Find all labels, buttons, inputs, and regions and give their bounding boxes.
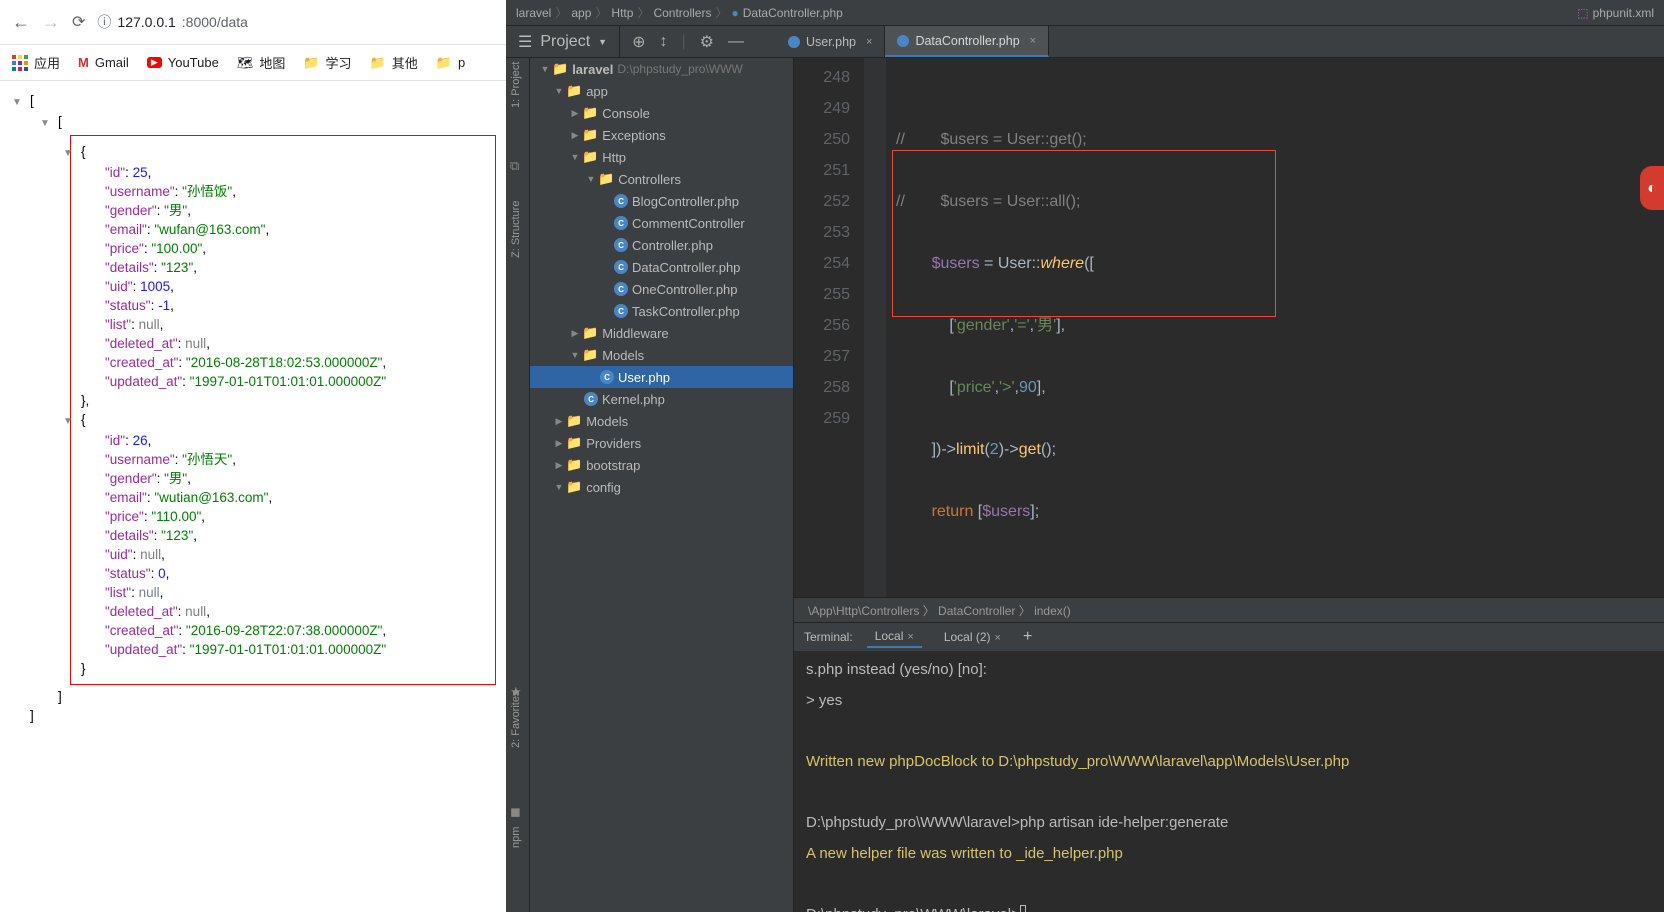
code-content[interactable]: // $users = User::get(); // $users = Use… [886, 58, 1664, 597]
terminal-title: Terminal: [804, 630, 853, 644]
icon[interactable]: ⧉ [510, 158, 519, 174]
forward-button[interactable]: → [42, 12, 60, 33]
crumb-right[interactable]: ⬚phpunit.xml [1577, 6, 1654, 20]
code-highlight-box [892, 150, 1276, 317]
class-icon [788, 36, 800, 48]
gutter-favorites[interactable]: 2: Favorites [510, 691, 522, 748]
line-gutter: 248249250251252253254255256257258259 [794, 58, 864, 597]
maps-icon: 🗺 [237, 55, 254, 71]
apps-icon [12, 55, 28, 71]
tab-user[interactable]: User.php× [776, 26, 885, 57]
close-icon[interactable]: × [1030, 35, 1036, 47]
info-icon: ⓘ [97, 12, 111, 32]
study-bookmark[interactable]: 📁学习 [303, 53, 351, 72]
close-icon[interactable]: × [866, 36, 872, 48]
terminal-body[interactable]: s.php instead (yes/no) [no]: > yes Writt… [794, 651, 1664, 912]
folder-icon: 📁 [436, 55, 452, 71]
add-terminal-button[interactable]: + [1023, 628, 1032, 646]
ide-panel: laravel〉app〉Http〉Controllers〉● DataContr… [506, 0, 1664, 912]
editor-area: 248249250251252253254255256257258259 // … [794, 58, 1664, 912]
youtube-bookmark[interactable]: ▶YouTube [147, 55, 219, 70]
terminal-tabs: Terminal: Local× Local (2)× + [794, 623, 1664, 651]
gutter-structure[interactable]: Z: Structure [510, 201, 522, 258]
code-editor[interactable]: 248249250251252253254255256257258259 // … [794, 58, 1664, 597]
tab-datacontroller[interactable]: DataController.php× [885, 26, 1049, 57]
apps-button[interactable]: 应用 [12, 53, 60, 72]
npm-icon[interactable]: ◼ [510, 804, 521, 820]
gutter-project[interactable]: 1: Project [510, 62, 522, 108]
browser-toolbar: ← → ⟳ ⓘ 127.0.0.1 :8000/data [0, 0, 506, 45]
sort-icon[interactable]: ↕ [659, 33, 667, 51]
gmail-icon: M [78, 55, 89, 70]
tree-item-selected[interactable]: CUser.php [530, 366, 793, 388]
more-bookmark[interactable]: 📁p [436, 55, 465, 71]
gmail-bookmark[interactable]: MGmail [78, 55, 129, 70]
json-highlight-box: ▼{"id": 25,"username": "孙悟饭","gender": "… [70, 135, 496, 685]
editor-breadcrumb[interactable]: \App\Http\Controllers 〉 DataController 〉… [794, 597, 1664, 622]
project-icon: ☰ [518, 32, 532, 52]
close-icon[interactable]: × [995, 632, 1001, 644]
folder-icon: 📁 [303, 55, 319, 71]
other-bookmark[interactable]: 📁其他 [370, 53, 418, 72]
folder-icon: 📁 [370, 55, 386, 71]
class-icon [897, 35, 909, 47]
php-file-icon: ⬚ [1577, 6, 1588, 20]
chrome-icon: ◐ [1640, 166, 1664, 210]
youtube-icon: ▶ [147, 57, 162, 68]
chevron-down-icon: ▼ [598, 37, 607, 47]
terminal-panel: Terminal: Local× Local (2)× + s.php inst… [794, 622, 1664, 912]
gear-icon[interactable]: ⚙ [700, 32, 714, 52]
reload-button[interactable]: ⟳ [72, 12, 85, 32]
address-bar[interactable]: ⓘ 127.0.0.1 :8000/data [97, 12, 248, 32]
ide-breadcrumbs: laravel〉app〉Http〉Controllers〉● DataContr… [506, 0, 1664, 26]
url-host: 127.0.0.1 [117, 14, 175, 30]
collapse-icon[interactable]: — [728, 33, 744, 51]
left-gutter: 1: Project ⧉ Z: Structure ★ 2: Favorites… [506, 58, 530, 912]
gutter-npm[interactable]: npm [510, 827, 522, 848]
terminal-tab-local[interactable]: Local× [867, 626, 922, 648]
target-icon[interactable]: ⊕ [632, 32, 645, 52]
url-rest: :8000/data [182, 14, 248, 30]
marks-gutter [864, 58, 886, 597]
ide-toolbar: ☰ Project ▼ ⊕ ↕ | ⚙ — User.php× DataCont… [506, 26, 1664, 58]
editor-tabs: User.php× DataController.php× [776, 26, 1049, 57]
close-icon[interactable]: × [907, 631, 913, 643]
back-button[interactable]: ← [12, 12, 30, 33]
json-viewer: ▼[ ▼[ ▼{"id": 25,"username": "孙悟饭","gend… [0, 81, 506, 912]
terminal-tab-local2[interactable]: Local (2)× [936, 627, 1009, 647]
project-tree[interactable]: ▼📁laravelD:\phpstudy_pro\WWW ▼📁app ▶📁Con… [530, 58, 794, 912]
maps-bookmark[interactable]: 🗺地图 [237, 53, 286, 72]
project-dropdown[interactable]: ☰ Project ▼ [506, 26, 620, 57]
bookmarks-bar: 应用 MGmail ▶YouTube 🗺地图 📁学习 📁其他 📁p [0, 45, 506, 81]
browser-panel: ← → ⟳ ⓘ 127.0.0.1 :8000/data 应用 MGmail ▶Y… [0, 0, 506, 912]
